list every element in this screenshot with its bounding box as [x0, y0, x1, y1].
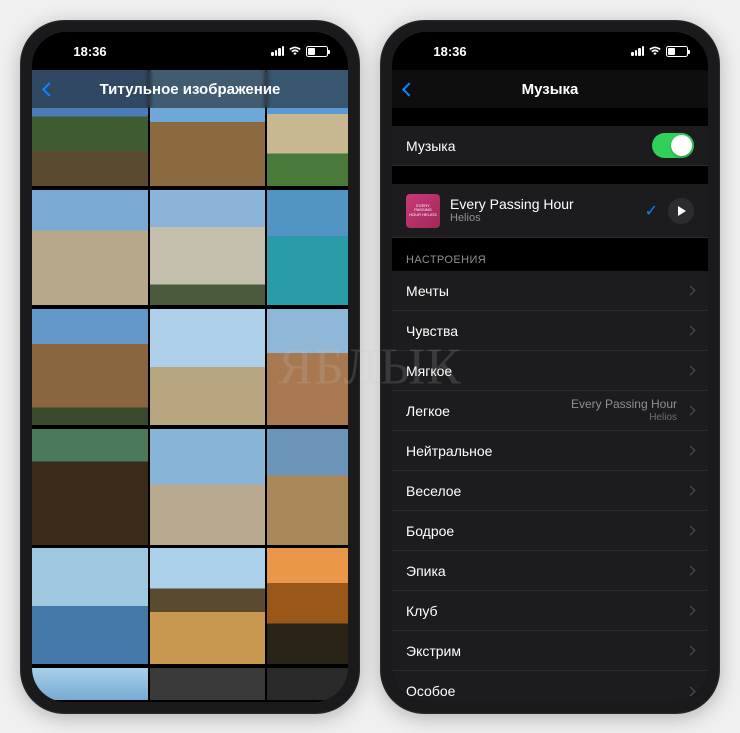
- battery-icon: [306, 46, 328, 57]
- mood-label: Мягкое: [406, 363, 452, 379]
- photo-thumb[interactable]: [150, 309, 266, 425]
- toggle-label: Музыка: [406, 138, 456, 154]
- mood-row[interactable]: Мягкое: [392, 351, 708, 391]
- album-art: EVERY PASSING HOUR HELIOS: [406, 194, 440, 228]
- page-title: Титульное изображение: [100, 81, 281, 98]
- mood-label: Веселое: [406, 483, 461, 499]
- chevron-right-icon: [686, 446, 696, 456]
- photo-thumb[interactable]: [32, 309, 148, 425]
- section-header: НАСТРОЕНИЯ: [392, 238, 708, 271]
- photo-thumb[interactable]: [267, 190, 348, 306]
- screen-right: 18:36 Музыка Музыка EVERY PASSING HOUR H…: [392, 32, 708, 702]
- checkmark-icon: ✓: [645, 201, 658, 221]
- mood-row[interactable]: Клуб: [392, 591, 708, 631]
- signal-icon: [271, 46, 284, 56]
- back-button[interactable]: [404, 78, 414, 101]
- mood-label: Эпика: [406, 563, 446, 579]
- song-title: Every Passing Hour: [450, 196, 574, 213]
- song-artist: Helios: [450, 212, 574, 225]
- photo-grid[interactable]: [32, 70, 348, 702]
- chevron-right-icon: [686, 566, 696, 576]
- music-switch[interactable]: [652, 133, 694, 158]
- photo-thumb[interactable]: [267, 548, 348, 664]
- chevron-right-icon: [686, 366, 696, 376]
- photo-thumb[interactable]: [150, 668, 266, 700]
- photo-thumb[interactable]: [32, 429, 148, 545]
- chevron-right-icon: [686, 326, 696, 336]
- chevron-right-icon: [686, 286, 696, 296]
- photo-thumb[interactable]: [267, 429, 348, 545]
- wifi-icon: [288, 46, 302, 56]
- chevron-right-icon: [686, 646, 696, 656]
- mood-row[interactable]: Нейтральное: [392, 431, 708, 471]
- battery-icon: [666, 46, 688, 57]
- photo-thumb[interactable]: [32, 668, 148, 700]
- wifi-icon: [648, 46, 662, 56]
- mood-row[interactable]: Экстрим: [392, 631, 708, 671]
- photo-thumb[interactable]: [150, 190, 266, 306]
- mood-label: Чувства: [406, 323, 458, 339]
- status-time: 18:36: [420, 44, 480, 59]
- photo-thumb[interactable]: [32, 190, 148, 306]
- chevron-right-icon: [686, 526, 696, 536]
- navbar-left: Титульное изображение: [32, 70, 348, 108]
- navbar-right: Музыка: [392, 70, 708, 108]
- list-content[interactable]: Музыка EVERY PASSING HOUR HELIOS Every P…: [392, 108, 708, 702]
- mood-label: Легкое: [406, 403, 450, 419]
- mood-label: Бодрое: [406, 523, 454, 539]
- mood-detail: Every Passing Hour Helios: [571, 398, 677, 423]
- mood-label: Экстрим: [406, 643, 461, 659]
- play-button[interactable]: [668, 198, 694, 224]
- status-indicators: [618, 46, 688, 57]
- phone-right: 18:36 Музыка Музыка EVERY PASSING HOUR H…: [380, 20, 720, 714]
- mood-row[interactable]: Особое: [392, 671, 708, 702]
- phone-left: 18:36: [20, 20, 360, 714]
- chevron-right-icon: [686, 686, 696, 696]
- mood-row[interactable]: Веселое: [392, 471, 708, 511]
- back-button[interactable]: [44, 78, 54, 101]
- photo-thumb[interactable]: [150, 548, 266, 664]
- mood-label: Клуб: [406, 603, 438, 619]
- notch: [475, 32, 625, 56]
- photo-thumb[interactable]: [150, 429, 266, 545]
- page-title: Музыка: [522, 81, 579, 98]
- notch: [115, 32, 265, 56]
- status-time: 18:36: [60, 44, 120, 59]
- mood-row[interactable]: Легкое Every Passing Hour Helios: [392, 391, 708, 431]
- chevron-right-icon: [686, 606, 696, 616]
- chevron-right-icon: [686, 406, 696, 416]
- mood-row[interactable]: Бодрое: [392, 511, 708, 551]
- mood-label: Мечты: [406, 283, 449, 299]
- photo-thumb[interactable]: [267, 668, 348, 700]
- signal-icon: [631, 46, 644, 56]
- current-song-row[interactable]: EVERY PASSING HOUR HELIOS Every Passing …: [392, 184, 708, 238]
- status-indicators: [258, 46, 328, 57]
- screen-left: 18:36: [32, 32, 348, 702]
- mood-label: Нейтральное: [406, 443, 492, 459]
- chevron-left-icon: [42, 82, 56, 96]
- mood-row[interactable]: Чувства: [392, 311, 708, 351]
- photo-thumb[interactable]: [267, 309, 348, 425]
- chevron-left-icon: [402, 82, 416, 96]
- mood-row[interactable]: Мечты: [392, 271, 708, 311]
- mood-row[interactable]: Эпика: [392, 551, 708, 591]
- photo-thumb[interactable]: [32, 548, 148, 664]
- music-toggle-row: Музыка: [392, 126, 708, 166]
- mood-label: Особое: [406, 683, 455, 699]
- chevron-right-icon: [686, 486, 696, 496]
